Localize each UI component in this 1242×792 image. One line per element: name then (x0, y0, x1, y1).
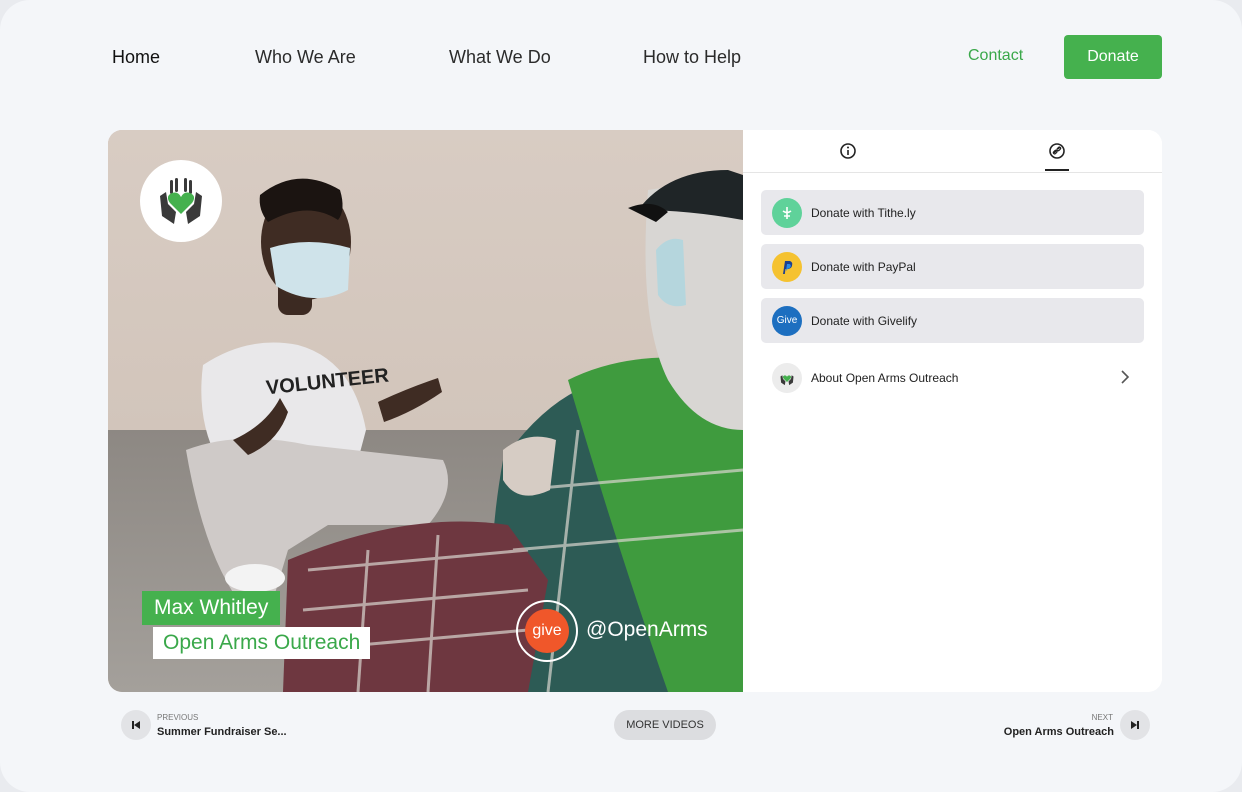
video-player[interactable]: VOLUNTEER Max Whitley Open Arms Outreach… (108, 130, 743, 692)
donate-givelify-option[interactable]: Give Donate with Givelify (761, 298, 1144, 343)
about-organization-label: About Open Arms Outreach (811, 371, 959, 385)
active-tab-indicator (1045, 169, 1069, 171)
page-frame: Home Who We Are What We Do How to Help C… (0, 0, 1242, 792)
organization-avatar (772, 363, 802, 393)
volunteer-shoe (225, 564, 285, 592)
paypal-icon (772, 251, 802, 282)
man-face-mask (656, 238, 686, 307)
give-badge: give (516, 600, 578, 662)
info-icon[interactable] (839, 142, 857, 160)
donate-paypal-option[interactable]: Donate with PayPal (761, 244, 1144, 289)
nav-what-we-do[interactable]: What We Do (449, 47, 551, 68)
about-organization-link[interactable]: About Open Arms Outreach (761, 360, 1144, 396)
social-handle: @OpenArms (586, 618, 708, 641)
nav-who-we-are[interactable]: Who We Are (255, 47, 356, 68)
previous-video-button[interactable] (121, 710, 151, 740)
donate-tithely-option[interactable]: Donate with Tithe.ly (761, 190, 1144, 235)
give-logo-text: give (525, 609, 569, 653)
man-hand (503, 436, 556, 496)
video-card: VOLUNTEER Max Whitley Open Arms Outreach… (108, 130, 1162, 692)
donate-paypal-label: Donate with PayPal (811, 259, 916, 274)
speaker-name: Max Whitley (142, 591, 281, 625)
givelify-icon: Give (772, 305, 802, 336)
tithely-icon (772, 197, 802, 228)
outreach-logo (140, 160, 222, 242)
helping-hands-icon (160, 178, 202, 224)
nav-contact[interactable]: Contact (968, 47, 1023, 65)
link-icon[interactable] (1048, 142, 1066, 160)
next-label: NEXT (1091, 713, 1113, 722)
skip-next-icon (1131, 721, 1139, 729)
previous-video-title[interactable]: Summer Fundraiser Se... (157, 726, 287, 738)
donate-givelify-label: Donate with Givelify (811, 313, 918, 328)
next-video-button[interactable] (1120, 710, 1150, 740)
nav-home[interactable]: Home (112, 47, 160, 68)
previous-label: PREVIOUS (157, 713, 199, 722)
more-videos-button[interactable]: MORE VIDEOS (614, 710, 716, 740)
skip-previous-icon (132, 721, 140, 729)
chevron-right-icon (1121, 370, 1130, 384)
donate-tithely-label: Donate with Tithe.ly (811, 205, 916, 220)
panel-tabs (743, 130, 1162, 173)
speaker-organization: Open Arms Outreach (153, 627, 371, 659)
side-panel: Donate with Tithe.ly Donate with PayPal … (743, 130, 1162, 692)
donate-button[interactable]: Donate (1064, 35, 1162, 79)
nav-how-to-help[interactable]: How to Help (643, 47, 741, 68)
next-video-title[interactable]: Open Arms Outreach (1004, 726, 1114, 738)
